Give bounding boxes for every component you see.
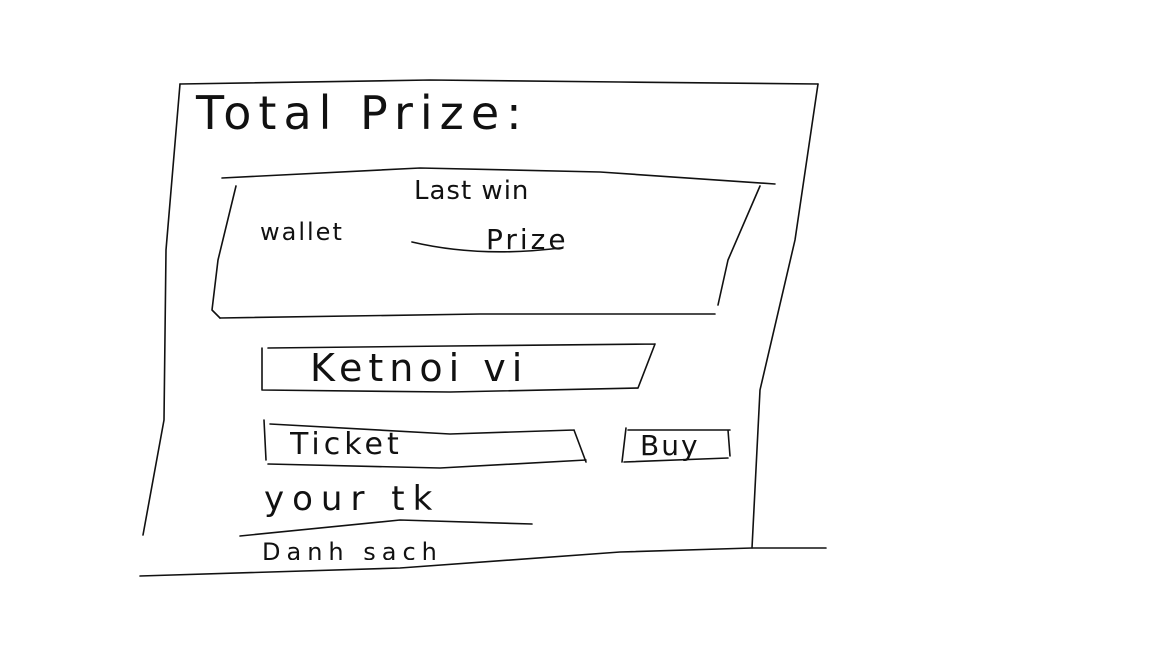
last-win-prize-label: Prize bbox=[486, 223, 569, 256]
last-win-title: Last win bbox=[414, 176, 530, 206]
frame-left-edge bbox=[142, 83, 181, 536]
frame-bottom-edge bbox=[139, 547, 827, 577]
panel-bottom-edge bbox=[219, 313, 716, 319]
ticket-input[interactable] bbox=[270, 424, 570, 464]
buy-button[interactable]: Buy bbox=[626, 428, 728, 462]
history-label: Danh sach bbox=[262, 540, 443, 560]
connect-wallet-label: Ketnoi vi bbox=[310, 346, 529, 390]
panel-right-edge bbox=[717, 185, 761, 306]
frame-top-edge bbox=[179, 79, 819, 85]
connect-wallet-button[interactable]: Ketnoi vi bbox=[262, 344, 650, 390]
sketch-outline bbox=[139, 79, 827, 577]
page-title: Total Prize: bbox=[196, 86, 529, 140]
panel-left-edge bbox=[211, 185, 237, 319]
last-win-wallet-label: wallet bbox=[260, 218, 344, 246]
your-tk-underline bbox=[239, 519, 533, 537]
your-tickets-label: your tk bbox=[264, 479, 441, 519]
frame-right-edge bbox=[751, 83, 819, 549]
